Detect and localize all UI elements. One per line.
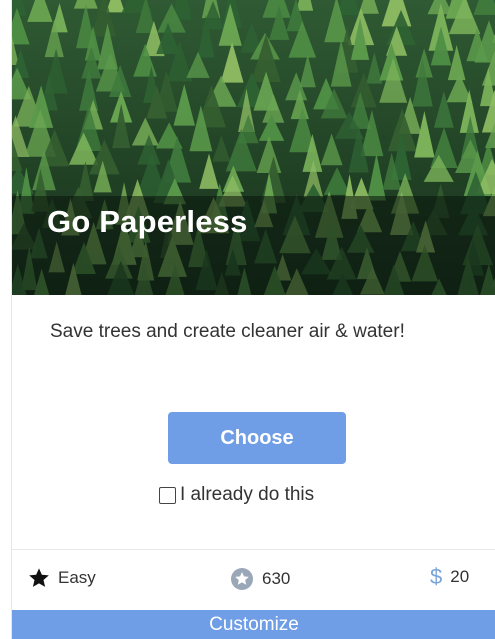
card-description: Save trees and create cleaner air & wate… (50, 321, 405, 342)
cost-stat: $ 20 (430, 564, 470, 589)
cost-value: 20 (450, 567, 470, 586)
card-title: Go Paperless (47, 204, 248, 239)
customize-button[interactable]: Customize (12, 610, 495, 639)
star-icon (29, 568, 49, 587)
points-stat: 630 (230, 567, 290, 591)
already-do-this-option[interactable]: I already do this (159, 484, 314, 506)
hero-image: Go Paperless (12, 0, 495, 295)
stats-row: Easy 630 $ 20 (12, 563, 495, 595)
difficulty-label: Easy (58, 568, 96, 587)
dollar-icon: $ (430, 564, 443, 589)
already-checkbox[interactable] (159, 486, 176, 504)
points-star-badge-icon (231, 568, 253, 590)
action-card: Go Paperless Save trees and create clean… (11, 0, 495, 639)
difficulty-stat: Easy (28, 567, 96, 589)
already-label: I already do this (180, 484, 315, 505)
choose-button[interactable]: Choose (168, 412, 346, 464)
divider (12, 549, 495, 550)
points-value: 630 (262, 569, 291, 588)
